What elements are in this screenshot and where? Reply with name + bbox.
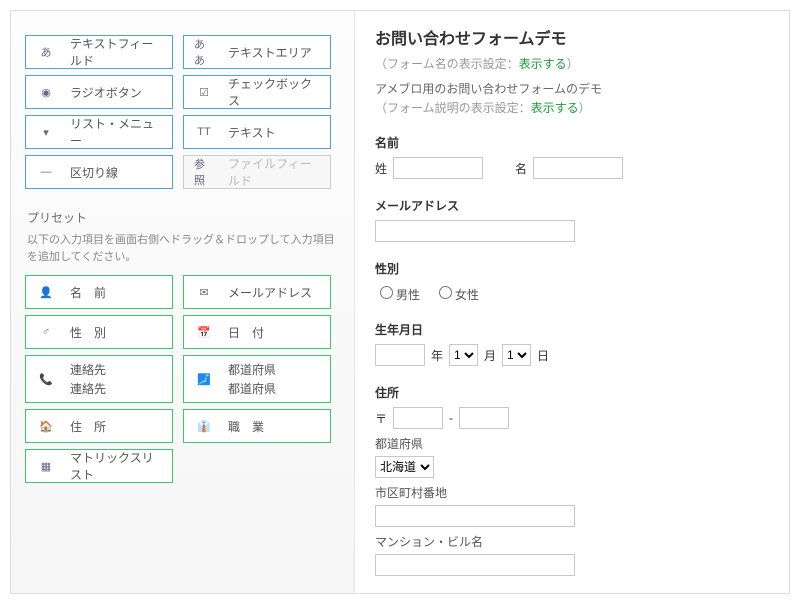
input-zip2[interactable] bbox=[459, 407, 509, 429]
tile-icon: 📅 bbox=[194, 324, 214, 340]
tile-label: 連絡先 bbox=[70, 361, 106, 378]
basic-tile-0[interactable]: あテキストフィールド bbox=[25, 35, 173, 69]
tile-label: ファイルフィールド bbox=[228, 155, 320, 189]
field-birthdate: 生年月日 年 1 月 1 日 bbox=[375, 321, 769, 366]
tile-icon: ☑ bbox=[194, 84, 214, 100]
select-birth-month[interactable]: 1 bbox=[449, 344, 478, 366]
basic-tile-1[interactable]: ああテキストエリア bbox=[183, 35, 331, 69]
tile-label: 住 所 bbox=[70, 418, 106, 435]
form-desc-display-note: （フォーム説明の表示設定：表示する） bbox=[375, 99, 769, 116]
input-email[interactable] bbox=[375, 220, 575, 242]
form-name-display-note: （フォーム名の表示設定：表示する） bbox=[375, 55, 769, 72]
preset-heading: プリセット bbox=[27, 209, 340, 226]
preset-tile-grid: 👤名 前✉メールアドレス♂性 別📅日 付📞連絡先連絡先🗾都道府県都道府県🏠住 所… bbox=[25, 275, 340, 483]
preset-tile-6[interactable]: 🏠 住 所 bbox=[25, 409, 173, 443]
radio-male[interactable] bbox=[380, 286, 393, 299]
tile-label: 都道府県 bbox=[228, 380, 276, 397]
preset-tile-4[interactable]: 📞連絡先連絡先 bbox=[25, 355, 173, 403]
preset-tile-7[interactable]: 👔 職 業 bbox=[183, 409, 331, 443]
input-sei[interactable] bbox=[393, 157, 483, 179]
tile-icon: ♂ bbox=[36, 324, 56, 340]
radio-male-label[interactable]: 男性 bbox=[375, 283, 420, 303]
tile-icon: 📞 bbox=[36, 371, 56, 387]
basic-tile-5[interactable]: TT テキスト bbox=[183, 115, 331, 149]
tile-icon: 参照 bbox=[194, 164, 214, 180]
tile-label: テキストエリア bbox=[228, 44, 312, 61]
tile-label: メールアドレス bbox=[228, 284, 312, 301]
tile-label: 区切り線 bbox=[70, 164, 118, 181]
label-mei: 名 bbox=[515, 160, 527, 177]
tile-label-group: マトリックスリスト bbox=[70, 449, 162, 483]
tile-label-group: メールアドレス bbox=[228, 284, 312, 301]
preset-tile-3[interactable]: 📅 日 付 bbox=[183, 315, 331, 349]
field-name: 名前 姓 名 bbox=[375, 134, 769, 179]
form-preview-pane: お問い合わせフォームデモ （フォーム名の表示設定：表示する） アメブロ用のお問い… bbox=[355, 11, 789, 593]
basic-tile-6[interactable]: — 区切り線 bbox=[25, 155, 173, 189]
tile-icon: ✉ bbox=[194, 284, 214, 300]
tile-label: テキスト bbox=[228, 124, 276, 141]
tile-label: ラジオボタン bbox=[70, 84, 142, 101]
tile-label-group: 日 付 bbox=[228, 324, 264, 341]
preset-tile-5[interactable]: 🗾都道府県都道府県 bbox=[183, 355, 331, 403]
input-mei[interactable] bbox=[533, 157, 623, 179]
input-building[interactable] bbox=[375, 554, 575, 576]
tile-label: 日 付 bbox=[228, 324, 264, 341]
tile-label: 職 業 bbox=[228, 418, 264, 435]
basic-tile-grid: あテキストフィールドああテキストエリア◉ラジオボタン☑チェックボックス▾リスト・… bbox=[25, 35, 340, 189]
label-zip: 〒 bbox=[375, 410, 387, 427]
radio-female-label[interactable]: 女性 bbox=[434, 283, 479, 303]
tile-icon: ああ bbox=[194, 44, 214, 60]
tile-label-group: 連絡先連絡先 bbox=[70, 361, 106, 397]
tile-label: 性 別 bbox=[70, 324, 106, 341]
tile-icon: ◉ bbox=[36, 84, 56, 100]
select-birth-day[interactable]: 1 bbox=[502, 344, 531, 366]
tile-icon: — bbox=[36, 164, 56, 180]
preset-tile-8[interactable]: ▦ マトリックスリスト bbox=[25, 449, 173, 483]
tile-label: 都道府県 bbox=[228, 361, 276, 378]
tile-icon: ▾ bbox=[36, 124, 56, 140]
preset-tile-2[interactable]: ♂ 性 別 bbox=[25, 315, 173, 349]
input-zip1[interactable] bbox=[393, 407, 443, 429]
basic-tile-7: 参照ファイルフィールド bbox=[183, 155, 331, 189]
tile-label: チェックボックス bbox=[228, 75, 320, 109]
input-city[interactable] bbox=[375, 505, 575, 527]
field-address: 住所 〒 - 都道府県 北海道 市区町村番地 マンション・ビル名 bbox=[375, 384, 769, 576]
tile-label: 名 前 bbox=[70, 284, 106, 301]
input-birth-year[interactable] bbox=[375, 344, 425, 366]
form-description-text: アメブロ用のお問い合わせフォームのデモ bbox=[375, 80, 769, 97]
label-sei: 姓 bbox=[375, 160, 387, 177]
tile-icon: 👔 bbox=[194, 418, 214, 434]
tile-label-group: 都道府県都道府県 bbox=[228, 361, 276, 397]
tile-icon: あ bbox=[36, 44, 56, 60]
select-prefecture[interactable]: 北海道 bbox=[375, 456, 434, 478]
form-desc-show-link[interactable]: 表示する bbox=[531, 101, 579, 115]
tile-icon: TT bbox=[194, 124, 214, 140]
tile-label: リスト・メニュー bbox=[70, 115, 162, 149]
field-gender: 性別 男性 女性 bbox=[375, 260, 769, 303]
tile-label: マトリックスリスト bbox=[70, 449, 162, 483]
form-title: お問い合わせフォームデモ bbox=[375, 25, 769, 49]
tile-label-group: 住 所 bbox=[70, 418, 106, 435]
form-name-show-link[interactable]: 表示する bbox=[519, 57, 567, 71]
preset-tile-1[interactable]: ✉ メールアドレス bbox=[183, 275, 331, 309]
tile-label-group: 職 業 bbox=[228, 418, 264, 435]
tile-icon: 🗾 bbox=[194, 371, 214, 387]
basic-tile-3[interactable]: ☑ チェックボックス bbox=[183, 75, 331, 109]
tile-label: テキストフィールド bbox=[70, 35, 162, 69]
basic-tile-2[interactable]: ◉ ラジオボタン bbox=[25, 75, 173, 109]
tile-icon: 🏠 bbox=[36, 418, 56, 434]
tile-icon: ▦ bbox=[36, 458, 56, 474]
tile-label-group: 性 別 bbox=[70, 324, 106, 341]
preset-tile-0[interactable]: 👤 名 前 bbox=[25, 275, 173, 309]
tile-label-group: 名 前 bbox=[70, 284, 106, 301]
basic-tile-4[interactable]: ▾ リスト・メニュー bbox=[25, 115, 173, 149]
tile-icon: 👤 bbox=[36, 284, 56, 300]
radio-female[interactable] bbox=[439, 286, 452, 299]
preset-description: 以下の入力項目を画面右側へドラッグ＆ドロップして入力項目を追加してください。 bbox=[27, 232, 340, 265]
field-email: メールアドレス bbox=[375, 197, 769, 242]
palette-pane: あテキストフィールドああテキストエリア◉ラジオボタン☑チェックボックス▾リスト・… bbox=[11, 11, 355, 593]
tile-label: 連絡先 bbox=[70, 380, 106, 397]
